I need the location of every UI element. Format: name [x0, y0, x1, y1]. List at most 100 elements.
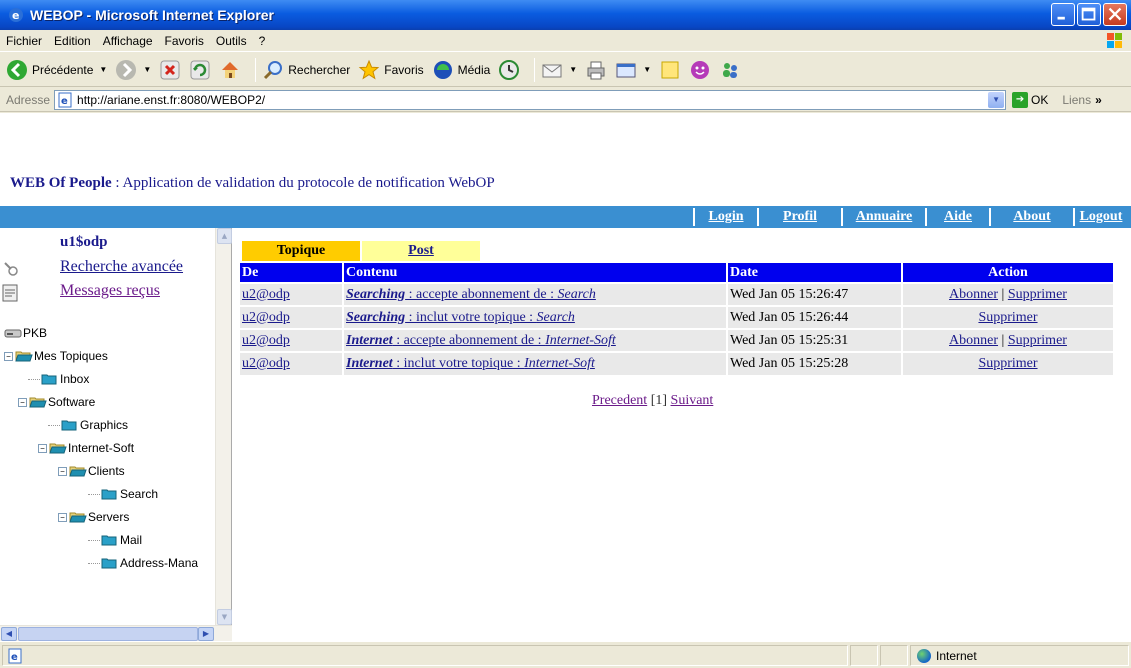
media-button[interactable]: Média [432, 56, 491, 84]
subscribe-link[interactable]: Abonner [949, 333, 998, 348]
nav-profil[interactable]: Profil [757, 208, 841, 226]
previous-page-link[interactable]: Precedent [592, 393, 647, 408]
collapse-icon[interactable]: − [38, 443, 47, 453]
refresh-button[interactable] [189, 56, 211, 84]
chevron-down-icon[interactable]: ▼ [643, 65, 651, 74]
collapse-icon[interactable]: − [18, 397, 27, 407]
message-link[interactable]: Searching : inclut votre topique : Searc… [346, 310, 575, 325]
scroll-up-button[interactable]: ▲ [217, 228, 232, 244]
menu-outils[interactable]: Outils [210, 34, 253, 48]
edit-button[interactable]: ▼ [615, 56, 651, 84]
media-label: Média [457, 62, 491, 77]
security-zone: Internet [910, 645, 1129, 666]
tree-item-label: Software [48, 395, 96, 409]
delete-link[interactable]: Supprimer [1008, 287, 1067, 302]
page-status-icon: e [8, 648, 22, 663]
tab-post[interactable]: Post [362, 241, 480, 261]
sender-link[interactable]: u2@odp [242, 287, 290, 302]
nav-logout[interactable]: Logout [1073, 208, 1127, 226]
cell-action: Abonner | Supprimer [901, 282, 1113, 306]
minimize-button[interactable] [1051, 3, 1075, 26]
collapse-icon[interactable]: − [58, 512, 67, 522]
scroll-down-button[interactable]: ▼ [217, 609, 232, 625]
delete-link[interactable]: Supprimer [1008, 333, 1067, 348]
history-button[interactable] [498, 56, 520, 84]
page-title: WEB Of People : Application de validatio… [10, 175, 495, 192]
sender-link[interactable]: u2@odp [242, 356, 290, 371]
menu-edition[interactable]: Edition [48, 34, 97, 48]
tree-item[interactable]: Inbox [28, 370, 89, 388]
received-messages-link[interactable]: Messages reçus [60, 282, 160, 300]
scroll-right-button[interactable]: ▶ [198, 627, 214, 641]
nav-annuaire[interactable]: Annuaire [841, 208, 925, 226]
home-button[interactable] [219, 56, 241, 84]
tab-topique[interactable]: Topique [242, 241, 360, 261]
forward-button[interactable]: ▼ [115, 56, 151, 84]
advanced-search-link[interactable]: Recherche avancée [60, 258, 183, 276]
stop-button[interactable] [159, 56, 181, 84]
vertical-scrollbar[interactable]: ▲ ▼ [215, 228, 232, 625]
scroll-thumb[interactable] [18, 627, 198, 641]
tree-item[interactable]: − Software [18, 393, 95, 411]
horizontal-scrollbar[interactable]: ◀ ▶ [0, 625, 232, 641]
close-button[interactable] [1103, 3, 1127, 26]
collapse-icon[interactable]: − [4, 351, 13, 361]
column-header-date: Date [726, 263, 902, 283]
tree-item[interactable]: Graphics [48, 416, 128, 434]
chevron-down-icon[interactable]: ▼ [99, 65, 107, 74]
maximize-button[interactable] [1077, 3, 1101, 26]
edit-page-icon [616, 63, 636, 77]
links-label[interactable]: Liens [1062, 93, 1091, 107]
menu-help[interactable]: ? [253, 34, 272, 48]
tree-item[interactable]: Search [88, 485, 158, 503]
chevron-down-icon[interactable]: ▼ [988, 91, 1005, 108]
status-text-cell: e [2, 645, 848, 666]
messages-table: De Contenu Date Action u2@odp Searching :… [240, 263, 1113, 375]
chevron-down-icon[interactable]: ▼ [569, 65, 577, 74]
sender-link[interactable]: u2@odp [242, 333, 290, 348]
tree-item[interactable]: − Servers [58, 508, 129, 526]
menu-fichier[interactable]: Fichier [0, 34, 48, 48]
cell-content: Internet : accepte abonnement de : Inter… [342, 328, 727, 352]
nav-aide[interactable]: Aide [925, 208, 989, 226]
windows-logo-icon [1107, 33, 1122, 48]
nav-login[interactable]: Login [693, 208, 757, 226]
tree-item[interactable]: − Clients [58, 462, 125, 480]
message-link[interactable]: Internet : accepte abonnement de : Inter… [346, 333, 616, 348]
chevron-right-icon[interactable]: » [1095, 93, 1102, 107]
action-separator: | [998, 286, 1008, 302]
scroll-left-button[interactable]: ◀ [1, 627, 17, 641]
subscribe-link[interactable]: Abonner [949, 287, 998, 302]
search-button[interactable]: Rechercher [262, 56, 350, 84]
tree-item[interactable]: − Internet-Soft [38, 439, 134, 457]
message-link[interactable]: Searching : accepte abonnement de : Sear… [346, 287, 596, 302]
back-button[interactable]: Précédente ▼ [6, 56, 107, 84]
collapse-icon[interactable]: − [58, 466, 67, 476]
mail-button[interactable]: ▼ [541, 56, 577, 84]
menu-affichage[interactable]: Affichage [97, 34, 159, 48]
message-link[interactable]: Internet : inclut votre topique : Intern… [346, 356, 595, 371]
chevron-down-icon[interactable]: ▼ [143, 65, 151, 74]
nav-about[interactable]: About [989, 208, 1073, 226]
go-button[interactable]: ➔ OK [1012, 91, 1048, 108]
cell-date: Wed Jan 05 15:25:28 [726, 351, 902, 375]
tree-item-label: Search [120, 487, 159, 501]
nav-bar: Login Profil Annuaire Aide About Logout [0, 206, 1131, 228]
delete-link[interactable]: Supprimer [978, 356, 1037, 371]
tree-item[interactable]: Mail [88, 531, 142, 549]
tree-item[interactable]: Address-Mana [88, 554, 198, 572]
next-page-link[interactable]: Suivant [671, 393, 714, 408]
favorites-button[interactable]: Favoris [358, 56, 424, 84]
contacts-button[interactable] [719, 56, 741, 84]
topic-name: Internet [346, 332, 393, 348]
print-button[interactable] [585, 56, 607, 84]
messenger-button[interactable] [689, 56, 711, 84]
tree-item[interactable]: PKB [4, 324, 47, 342]
toolbar-separator [255, 57, 257, 82]
menu-favoris[interactable]: Favoris [159, 34, 210, 48]
tree-item[interactable]: − Mes Topiques [4, 347, 108, 365]
delete-link[interactable]: Supprimer [978, 310, 1037, 325]
address-input[interactable]: e http://ariane.enst.fr:8080/WEBOP2/ ▼ [54, 89, 1007, 110]
sender-link[interactable]: u2@odp [242, 310, 290, 325]
discuss-button[interactable] [659, 56, 681, 84]
